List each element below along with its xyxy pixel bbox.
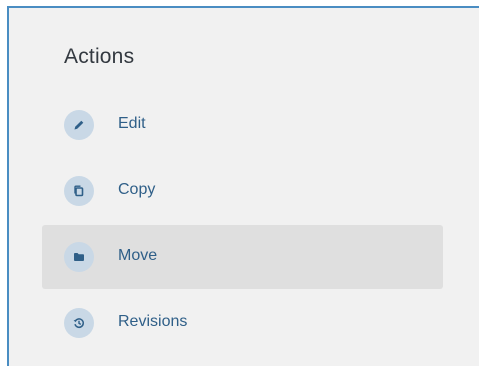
move-label: Move [118, 247, 158, 264]
panel-title: Actions [64, 45, 135, 68]
edit-label: Edit [118, 115, 146, 132]
folder-icon [64, 242, 94, 272]
edit-action[interactable]: Edit [42, 93, 443, 157]
copy-icon [64, 176, 94, 206]
pencil-icon [64, 110, 94, 140]
revisions-label: Revisions [118, 313, 188, 330]
copy-label: Copy [118, 181, 156, 198]
copy-action[interactable]: Copy [42, 159, 443, 223]
revisions-action[interactable]: Revisions [42, 291, 443, 355]
move-action[interactable]: Move [42, 225, 443, 289]
actions-panel: Actions Edit Copy Move Revisions [7, 6, 479, 366]
history-icon [64, 308, 94, 338]
